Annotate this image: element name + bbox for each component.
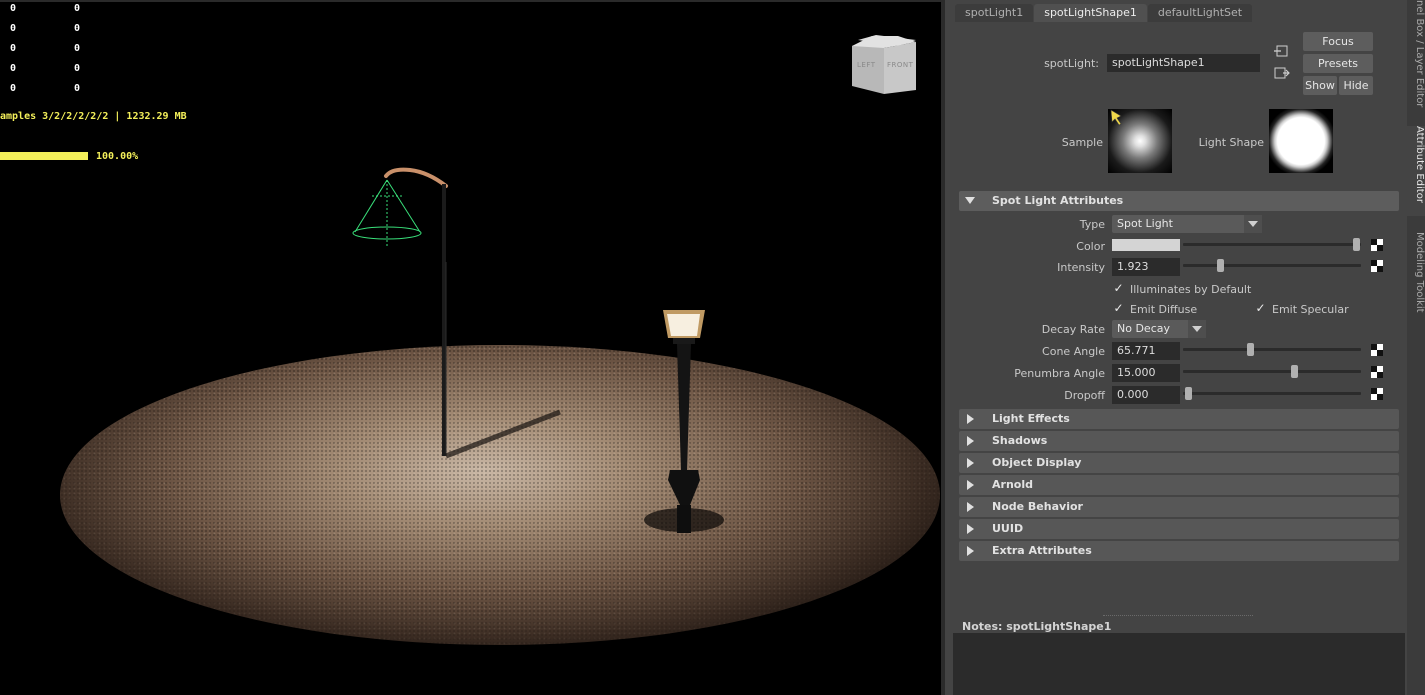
expand-triangle-icon (967, 546, 974, 556)
color-label: Color (1076, 240, 1105, 253)
type-dropdown[interactable]: Spot Light (1112, 215, 1262, 233)
map-button-icon[interactable] (1371, 344, 1383, 356)
collapse-triangle-icon (965, 197, 975, 204)
color-slider[interactable] (1183, 238, 1361, 252)
node-type-label: spotLight: (1044, 57, 1099, 70)
section-title: UUID (992, 522, 1024, 535)
dropoff-label: Dropoff (1064, 389, 1105, 402)
cone-angle-label: Cone Angle (1042, 345, 1105, 358)
expand-triangle-icon (967, 502, 974, 512)
tab-spotlight1[interactable]: spotLight1 (955, 4, 1034, 22)
section-spot-light-attributes[interactable]: Spot Light Attributes (959, 191, 1399, 211)
notes-textarea[interactable] (953, 633, 1405, 695)
viewport-3d[interactable]: 0 0 0 0 0 0 0 0 0 0 amples 3/2/2/2/2/2 |… (0, 0, 941, 695)
illuminates-checkbox[interactable]: ✓ (1112, 282, 1125, 295)
view-cube-left-label: LEFT (857, 61, 876, 69)
view-cube[interactable]: LEFT FRONT (850, 34, 920, 101)
map-button-icon[interactable] (1371, 260, 1383, 272)
emit-diffuse-label: Emit Diffuse (1130, 303, 1198, 316)
tab-modeling-toolkit[interactable]: Modeling Toolkit (1407, 232, 1425, 324)
penumbra-angle-slider[interactable] (1183, 365, 1361, 379)
emit-diffuse-checkbox[interactable]: ✓ (1112, 302, 1125, 315)
slider-handle[interactable] (1353, 238, 1360, 251)
slider-handle[interactable] (1247, 343, 1254, 356)
slider-handle[interactable] (1291, 365, 1298, 378)
light-shape-swatch (1269, 109, 1333, 173)
section-object-display[interactable]: Object Display (959, 453, 1399, 473)
penumbra-angle-label: Penumbra Angle (1014, 367, 1105, 380)
cone-angle-field[interactable] (1112, 342, 1180, 360)
cone-angle-slider[interactable] (1183, 343, 1361, 357)
pin-icon[interactable] (1109, 108, 1127, 126)
decay-rate-label: Decay Rate (1041, 323, 1105, 336)
slider-handle[interactable] (1217, 259, 1224, 272)
section-title: Object Display (992, 456, 1082, 469)
expand-triangle-icon (967, 524, 974, 534)
section-shadows[interactable]: Shadows (959, 431, 1399, 451)
intensity-slider[interactable] (1183, 259, 1361, 273)
section-title: Light Effects (992, 412, 1070, 425)
scene-objects (352, 167, 724, 533)
spotlight-cone-gizmo[interactable] (352, 179, 422, 246)
chevron-down-icon (1244, 215, 1262, 233)
section-title: Node Behavior (992, 500, 1083, 513)
section-node-behavior[interactable]: Node Behavior (959, 497, 1399, 517)
load-attributes-icon[interactable] (1274, 44, 1290, 58)
type-label: Type (1079, 218, 1105, 231)
chevron-down-icon (1188, 320, 1206, 338)
side-tab-strip: nel Box / Layer Editor Attribute Editor … (1407, 0, 1425, 695)
decay-rate-dropdown[interactable]: No Decay (1112, 320, 1206, 338)
lantern-post[interactable] (644, 310, 724, 533)
expand-triangle-icon (967, 436, 974, 446)
map-button-icon[interactable] (1371, 366, 1383, 378)
focus-button[interactable]: Focus (1303, 32, 1373, 51)
tab-channel-box-layer-editor[interactable]: nel Box / Layer Editor (1407, 0, 1425, 112)
section-title: Extra Attributes (992, 544, 1092, 557)
slider-handle[interactable] (1185, 387, 1192, 400)
expand-triangle-icon (967, 480, 974, 490)
map-button-icon[interactable] (1371, 388, 1383, 400)
presets-button[interactable]: Presets (1303, 54, 1373, 73)
expand-triangle-icon (967, 458, 974, 468)
illuminates-label: Illuminates by Default (1130, 283, 1252, 296)
section-title: Arnold (992, 478, 1033, 491)
decay-rate-value: No Decay (1117, 322, 1170, 335)
section-arnold[interactable]: Arnold (959, 475, 1399, 495)
tab-spotlightshape1[interactable]: spotLightShape1 (1034, 4, 1147, 22)
emit-specular-label: Emit Specular (1272, 303, 1349, 316)
color-swatch[interactable] (1112, 239, 1180, 251)
section-uuid[interactable]: UUID (959, 519, 1399, 539)
intensity-field[interactable] (1112, 258, 1180, 276)
street-lamp-arm[interactable] (384, 167, 561, 459)
node-name-field[interactable] (1107, 54, 1260, 72)
section-extra-attributes[interactable]: Extra Attributes (959, 541, 1399, 561)
intensity-label: Intensity (1057, 261, 1105, 274)
notes-resize-handle[interactable] (1103, 615, 1253, 616)
copy-tab-icon[interactable] (1274, 66, 1290, 80)
attribute-editor: spotLight1 spotLightShape1 defaultLightS… (945, 0, 1407, 695)
dropoff-field[interactable] (1112, 386, 1180, 404)
emit-specular-checkbox[interactable]: ✓ (1254, 302, 1267, 315)
map-button-icon[interactable] (1371, 239, 1383, 251)
tab-defaultlightset[interactable]: defaultLightSet (1147, 4, 1253, 22)
expand-triangle-icon (967, 414, 974, 424)
node-tabs: spotLight1 spotLightShape1 defaultLightS… (955, 4, 1253, 22)
tab-attribute-editor[interactable]: Attribute Editor (1407, 126, 1425, 216)
hide-button[interactable]: Hide (1339, 76, 1373, 95)
sample-label: Sample (1061, 136, 1103, 149)
view-cube-front-label: FRONT (887, 61, 914, 69)
show-button[interactable]: Show (1303, 76, 1337, 95)
light-shape-label: Light Shape (1198, 136, 1264, 149)
section-light-effects[interactable]: Light Effects (959, 409, 1399, 429)
type-value: Spot Light (1117, 217, 1173, 230)
dropoff-slider[interactable] (1183, 387, 1361, 401)
penumbra-angle-field[interactable] (1112, 364, 1180, 382)
section-title: Spot Light Attributes (992, 194, 1124, 207)
notes-label: Notes: spotLightShape1 (962, 620, 1112, 633)
section-title: Shadows (992, 434, 1048, 447)
